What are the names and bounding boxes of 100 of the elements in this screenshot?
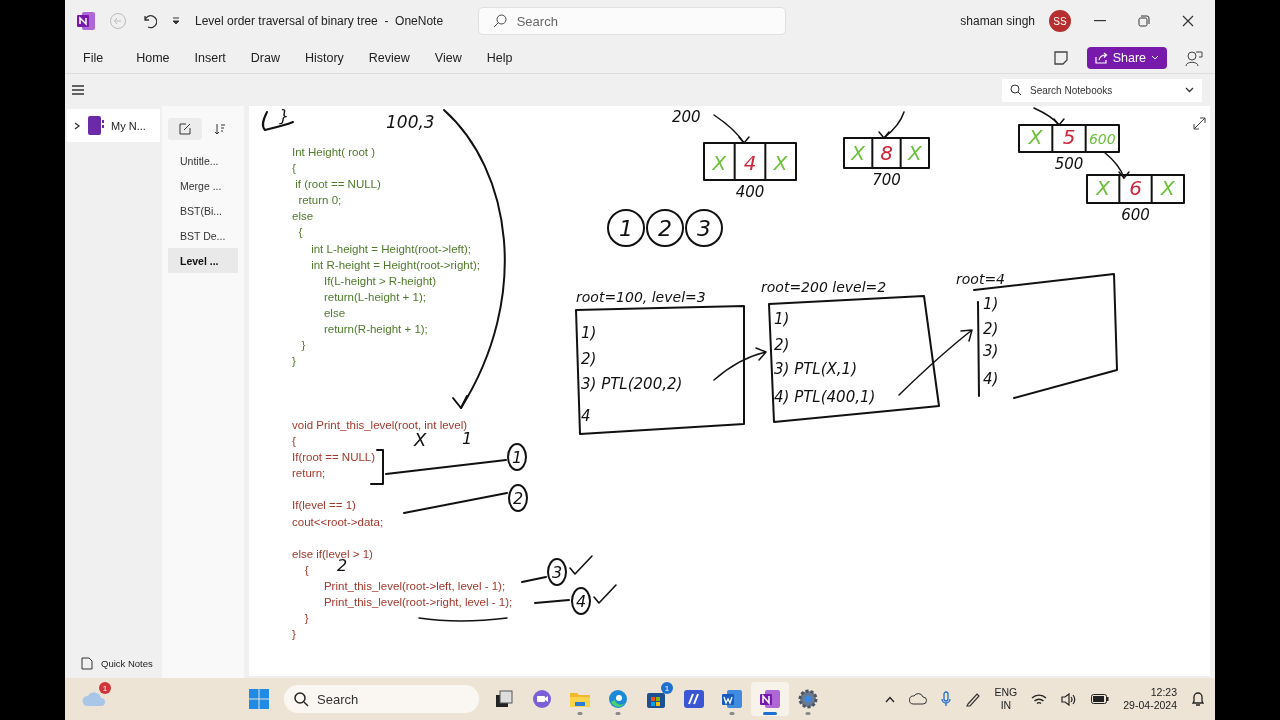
share-icon <box>1094 51 1108 64</box>
chevron-icon[interactable] <box>73 121 81 130</box>
frame-line: 3) PTL(200,2) <box>581 375 683 393</box>
word-icon[interactable] <box>721 688 743 710</box>
circled-number: 1 <box>607 209 645 247</box>
code-line: else <box>292 209 314 225</box>
page-item[interactable]: Merge ... <box>168 173 238 198</box>
user-avatar[interactable]: SS <box>1049 10 1071 32</box>
search-field[interactable]: Search <box>477 7 786 35</box>
editor-icon[interactable] <box>683 688 705 710</box>
close-icon[interactable] <box>1182 15 1194 27</box>
onenote-icon[interactable] <box>759 688 781 710</box>
chevron-up-icon[interactable] <box>884 695 895 703</box>
code-line: { <box>292 161 296 177</box>
page-item[interactable]: Untitle... <box>168 148 238 173</box>
menu-tab[interactable]: Draw <box>250 50 280 65</box>
frame-line: 3) PTL(X,1) <box>774 360 858 378</box>
frame-heading: root=4 <box>956 271 1005 287</box>
chat-icon[interactable] <box>531 688 553 710</box>
code-line: If(level == 1) <box>292 498 356 514</box>
frame-line: 1) <box>774 310 790 328</box>
connector-line <box>534 599 570 604</box>
notification-badge: 1 <box>99 682 111 694</box>
expand-icon[interactable] <box>1193 117 1206 130</box>
page-item[interactable]: Level ... <box>168 248 238 273</box>
connector-line <box>521 576 547 583</box>
list-node-drawing: X 6 X <box>1086 174 1185 204</box>
notebook-item[interactable]: My N... <box>67 109 160 142</box>
ink-stroke <box>261 111 294 131</box>
menu-tab[interactable]: Home <box>136 50 170 65</box>
microphone-icon[interactable] <box>940 691 951 707</box>
task-view-icon[interactable] <box>494 689 514 709</box>
new-page-button[interactable] <box>168 118 202 140</box>
frame-line: 2) <box>983 320 999 338</box>
frame-line: 1) <box>581 324 597 342</box>
cloud-sync-icon[interactable] <box>908 693 927 705</box>
caret-icon[interactable] <box>171 16 181 26</box>
search-icon <box>294 691 309 707</box>
share-button[interactable]: Share <box>1086 46 1167 69</box>
circled-number: 4 <box>571 587 591 615</box>
code-line: } <box>292 627 296 643</box>
frame-line: 4) <box>983 370 999 388</box>
taskbar-search-field[interactable]: Search <box>284 685 479 713</box>
menu-tab[interactable]: View <box>434 50 462 65</box>
notification-bell-icon[interactable] <box>1191 691 1205 707</box>
language-indicator[interactable]: ENG IN <box>994 686 1018 712</box>
settings-icon[interactable] <box>797 688 819 710</box>
notebook-icon <box>88 116 104 135</box>
undo-icon[interactable] <box>141 13 157 29</box>
wifi-icon[interactable] <box>1031 692 1048 706</box>
new-page-icon <box>179 123 191 135</box>
frame-heading: root=200 level=2 <box>761 279 887 295</box>
clock[interactable]: 12:23 29-04-2024 <box>1123 686 1177 712</box>
frame-line: 3) <box>983 342 999 360</box>
call-arrow <box>713 347 767 381</box>
code-line: Int Height( root ) <box>292 145 376 160</box>
chevron-down-icon[interactable] <box>1185 87 1194 93</box>
window-title: Level order traversal of binary tree - OneNote <box>195 14 444 28</box>
list-node-drawing: X 5 600 <box>1018 124 1120 153</box>
handwritten-note: 200 <box>672 108 701 126</box>
browser-icon[interactable] <box>607 688 629 710</box>
code-line: } <box>292 354 296 370</box>
handwritten-note: 100,3 <box>386 112 435 132</box>
list-node-drawing: X 4 X <box>703 142 797 181</box>
circled-number: 2 <box>508 484 528 512</box>
code-line: Print_this_level(root->right, level - 1); <box>322 595 513 611</box>
page-item[interactable]: BST De... <box>168 223 238 248</box>
battery-icon[interactable] <box>1091 694 1110 704</box>
menu-tab[interactable]: Help <box>486 50 513 65</box>
feedback-person-icon[interactable] <box>1185 48 1203 67</box>
circled-number: 3 <box>685 209 723 247</box>
notebook-search-field[interactable]: Search Notebooks <box>1002 78 1202 102</box>
minimize-icon[interactable] <box>1094 20 1106 22</box>
handwritten-note: } <box>279 106 290 125</box>
page-item[interactable]: BST(Bi... <box>168 198 238 223</box>
volume-icon[interactable] <box>1061 692 1078 706</box>
menu-tab[interactable]: Insert <box>194 50 226 65</box>
address-label: 500 <box>1054 155 1084 173</box>
restore-icon[interactable] <box>1138 15 1150 27</box>
code-line: } <box>300 338 306 354</box>
code-line: if (root == NULL) <box>294 177 381 193</box>
pointer-arrow <box>1103 151 1130 179</box>
code-line: Print_this_level(root->left, level - 1); <box>322 578 506 594</box>
menu-tab[interactable]: History <box>304 50 344 65</box>
weather-widget[interactable]: 1 <box>75 682 113 716</box>
menu-icon[interactable] <box>71 84 85 96</box>
pen-icon[interactable] <box>964 691 981 707</box>
menu-tab[interactable]: Review <box>368 50 410 65</box>
pointer-arrow <box>713 114 750 144</box>
page-icon <box>81 656 93 670</box>
quick-notes-item[interactable]: Quick Notes <box>65 648 162 678</box>
circled-number: 2 <box>646 209 684 247</box>
sticky-note-icon[interactable] <box>1052 49 1069 66</box>
code-line: cout<<root->data; <box>292 514 384 530</box>
code-line: int R-height = Height(root->right); <box>310 257 480 273</box>
sort-icon[interactable] <box>214 123 226 135</box>
code-line: else if(level > 1) <box>292 546 373 560</box>
onenote-logo-icon <box>77 12 95 30</box>
menu-tab[interactable]: File <box>83 50 104 65</box>
search-icon <box>492 14 507 28</box>
